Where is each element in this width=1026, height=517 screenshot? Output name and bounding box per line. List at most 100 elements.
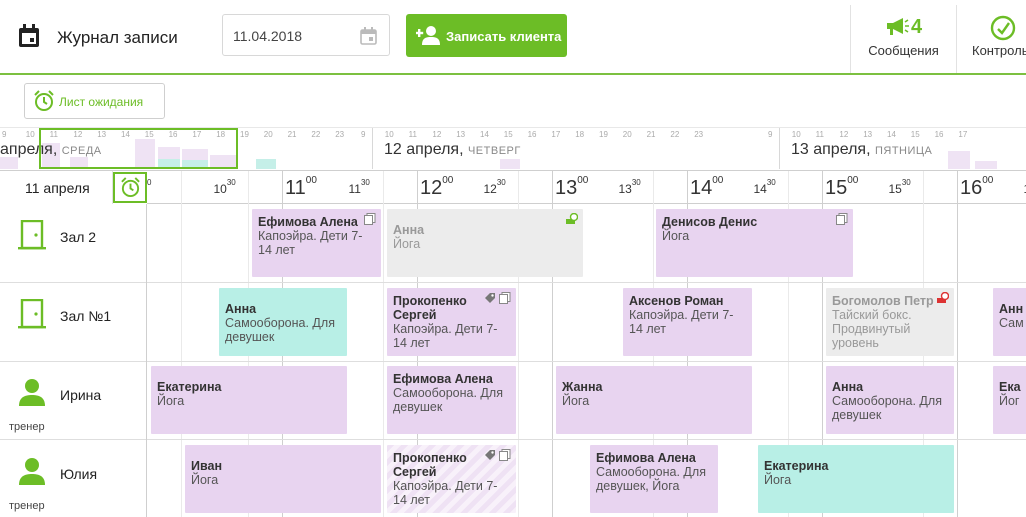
appointment-client: Анна	[832, 380, 864, 394]
appointment-card[interactable]: Анна Йога	[387, 209, 583, 277]
alarm-clock-icon	[34, 90, 54, 111]
waiting-list-toggle[interactable]	[113, 172, 147, 203]
mini-timeline[interactable]: 9 10 11 12 13 14 15 16 17 18 19 20 21 22 23 9 10 11 12 13 14…	[0, 127, 1026, 169]
grid-vertical-line	[957, 171, 958, 517]
mini-hour-tick: 19	[240, 130, 249, 139]
time-scale: 0 1030 1100 1130 1200 1230 1300 1330 1400 1430 150…	[147, 171, 1026, 204]
mini-usage-bar	[500, 159, 520, 169]
appointment-card[interactable]: Анна Самооборона. Для девушек	[826, 366, 954, 434]
appointment-badges	[566, 213, 578, 225]
messages-button[interactable]: 4 Сообщения	[851, 0, 956, 74]
add-client-button[interactable]: Записать клиента	[406, 14, 567, 57]
appointment-client: Денисов Денис	[662, 215, 758, 229]
appointment-card[interactable]: Прокопенко Сергей Капоэйра. Дети 7-14 лет	[387, 445, 516, 513]
appointment-card[interactable]: Денисов Денис Йога	[656, 209, 853, 277]
appointment-client: Анна	[225, 302, 257, 316]
mini-hour-tick: 17	[958, 130, 968, 139]
appointment-card[interactable]: Иван Йога	[185, 445, 381, 513]
mini-hour-tick: 12	[839, 130, 849, 139]
mini-hour-tick: 11	[408, 130, 417, 139]
tag-icon[interactable]	[484, 292, 496, 304]
mini-hour-tick: 16	[934, 130, 944, 139]
appointment-card[interactable]: Ефимова Алена Самооборона. Для девушек, Й…	[590, 445, 718, 513]
waiting-list-label: Лист ожидания	[59, 95, 144, 109]
appointment-client: Ефимова Алена	[393, 372, 493, 386]
waiting-list-button[interactable]: Лист ожидания	[24, 83, 165, 119]
appointment-badges	[484, 449, 511, 461]
mini-hour-tick: 13	[863, 130, 873, 139]
resource-column: Зал 2 Зал №1 Ирина тренер Юлия тренер	[0, 204, 147, 517]
person-icon	[19, 458, 45, 485]
appointment-card[interactable]: Екатерина Йога	[758, 445, 954, 513]
mini-hour-tick: 10	[791, 130, 801, 139]
time-label: 1600	[960, 175, 994, 199]
mini-view-selection[interactable]	[39, 128, 238, 169]
mini-hour-tick: 22	[311, 130, 321, 139]
time-label: 1530	[888, 178, 911, 196]
resource-role: тренер	[9, 421, 45, 433]
time-label: 0	[147, 178, 152, 187]
appointment-client: Ека	[999, 380, 1021, 394]
unpaid-icon	[937, 292, 949, 303]
mini-day-label[interactable]: 12 апреля, ЧЕТВЕРГ	[384, 141, 521, 159]
grid-date-label: 11 апреля	[25, 180, 90, 196]
page-title: Журнал записи	[57, 28, 178, 47]
mini-usage-bar	[948, 151, 970, 169]
appointment-card[interactable]: Прокопенко Сергей Капоэйра. Дети 7-14 лет	[387, 288, 516, 356]
appointment-service: Капоэйра. Дети 7-14 лет	[393, 479, 498, 507]
appointment-service: Капоэйра. Дети 7-14 лет	[393, 322, 498, 350]
schedule-grid: 11 апреля 0 1030 1100 1130 1200 1230 1300 1330 1…	[0, 170, 1026, 517]
appointment-badges	[364, 213, 376, 225]
mini-hour-tick: 11	[815, 130, 824, 139]
grid-vertical-line	[383, 171, 385, 517]
mini-hour-tick: 14	[480, 130, 489, 139]
appointment-client: Ефимова Алена	[258, 215, 358, 229]
appointment-card[interactable]: Богомолов Петр Тайский бокс. Продвинутый …	[826, 288, 954, 356]
mini-usage-bar	[256, 159, 276, 169]
mini-hour-tick: 14	[887, 130, 896, 139]
gauge-icon	[990, 15, 1016, 41]
appointment-badges	[484, 292, 511, 304]
appointment-badges	[836, 213, 848, 225]
alarm-clock-icon	[121, 177, 140, 198]
appointment-client: Иван	[191, 459, 223, 473]
appointment-card[interactable]: Жанна Йога	[556, 366, 752, 434]
time-label: 1300	[555, 175, 589, 199]
mini-hour-tick: 9	[768, 130, 773, 139]
person-icon	[19, 379, 45, 406]
resource-row-header[interactable]: Юлия тренер	[0, 441, 147, 517]
time-label: 1400	[690, 175, 724, 199]
tag-icon[interactable]	[484, 449, 496, 461]
appointment-card[interactable]: Ефимова Алена Капоэйра. Дети 7-14 лет	[252, 209, 381, 277]
appointment-card[interactable]: Ека Йог	[993, 366, 1026, 434]
appointment-card[interactable]: Аксенов Роман Капоэйра. Дети 7-14 лет	[623, 288, 752, 356]
appointment-service: Самооборона. Для девушек, Йога	[596, 465, 706, 493]
resource-row-header[interactable]: Зал 2	[0, 204, 147, 282]
appointment-service: Йога	[393, 237, 421, 251]
copy-icon[interactable]	[836, 213, 848, 225]
mini-hour-tick: 16	[527, 130, 537, 139]
appointment-card[interactable]: Анна Самооборона. Для девушек	[219, 288, 347, 356]
appointment-card[interactable]: Ефимова Алена Самооборона. Для девушек	[387, 366, 516, 434]
row-divider	[0, 439, 1026, 440]
appointment-card[interactable]: Екатерина Йога	[151, 366, 347, 434]
resource-row-header[interactable]: Зал №1	[0, 283, 147, 361]
resource-name: Зал №1	[60, 308, 112, 324]
copy-icon[interactable]	[499, 449, 511, 461]
mini-hour-tick: 21	[646, 130, 656, 139]
appointment-card[interactable]: Анн Сам	[993, 288, 1026, 356]
mini-hour-tick: 17	[551, 130, 561, 139]
mini-hour-tick: 23	[694, 130, 704, 139]
date-input[interactable]: 11.04.2018	[222, 14, 390, 56]
mini-day-label[interactable]: 13 апреля, ПЯТНИЦА	[791, 141, 932, 159]
copy-icon[interactable]	[499, 292, 511, 304]
calendar-picker-icon[interactable]	[360, 27, 377, 45]
resource-row-header[interactable]: Ирина тренер	[0, 362, 147, 440]
appointment-service: Капоэйра. Дети 7-14 лет	[629, 308, 734, 336]
appointment-client: Екатерина	[157, 380, 222, 394]
megaphone-icon	[887, 18, 909, 35]
mini-hour-tick: 23	[335, 130, 345, 139]
copy-icon[interactable]	[364, 213, 376, 225]
control-button[interactable]: Контроль	[957, 0, 1026, 74]
mini-day-divider	[779, 128, 780, 169]
